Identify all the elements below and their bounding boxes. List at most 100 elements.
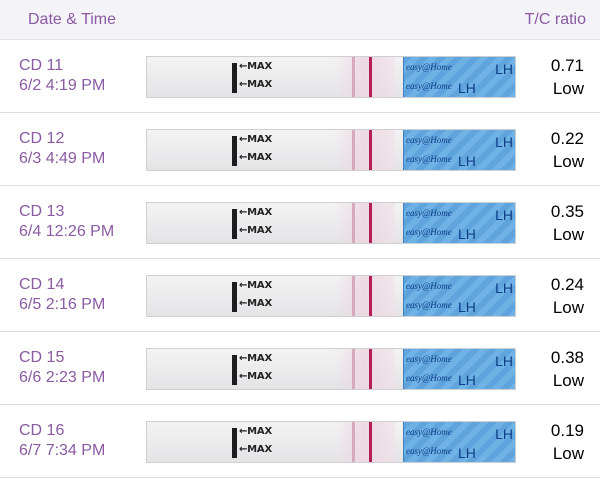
- max-marker-label: ←MAX: [239, 225, 272, 236]
- brand-logo-text: easy@Home: [406, 446, 452, 456]
- brand-logo-text: easy@Home: [406, 300, 452, 310]
- brand-logo-text: easy@Home: [406, 281, 452, 291]
- strip-handle: easy@Home LH easy@Home LH: [403, 203, 515, 243]
- lh-label: LH: [458, 445, 476, 461]
- strip-result-zone: [335, 276, 395, 316]
- test-datetime: 6/3 4:49 PM: [19, 150, 106, 167]
- lh-label: LH: [458, 80, 476, 96]
- brand-logo-text: easy@Home: [406, 354, 452, 364]
- max-marker-label: ←MAX: [239, 152, 272, 163]
- strip-result-zone: [335, 422, 395, 462]
- cycle-day-label: CD 15: [19, 349, 65, 366]
- lh-level-status: Low: [552, 444, 584, 463]
- max-marker-label: ←MAX: [239, 61, 272, 72]
- date-time-column-header: Date & Time: [28, 11, 117, 28]
- strip-result-zone: [335, 349, 395, 389]
- max-marker-label: ←MAX: [239, 79, 272, 90]
- tc-ratio-value: 0.22: [550, 129, 584, 148]
- cycle-day-label: CD 16: [19, 422, 65, 439]
- max-marker-label: ←MAX: [239, 298, 272, 309]
- brand-logo-text: easy@Home: [406, 81, 452, 91]
- test-row[interactable]: CD 14 6/5 2:16 PM ←MAX ←MAX easy@Home LH…: [0, 259, 600, 332]
- lh-level-status: Low: [552, 225, 584, 244]
- max-marker-label: ←MAX: [239, 134, 272, 145]
- tc-ratio-value: 0.38: [550, 348, 584, 367]
- test-line: [352, 349, 355, 389]
- tc-ratio-value: 0.19: [550, 421, 584, 440]
- test-row[interactable]: CD 16 6/7 7:34 PM ←MAX ←MAX easy@Home LH…: [0, 405, 600, 478]
- strip-handle: easy@Home LH easy@Home LH: [403, 130, 515, 170]
- strip-max-band: [232, 136, 237, 166]
- strip-result-zone: [335, 130, 395, 170]
- lh-label: LH: [495, 134, 513, 150]
- cycle-day-label: CD 14: [19, 276, 65, 293]
- cycle-day-label: CD 11: [19, 57, 64, 74]
- lh-level-status: Low: [552, 371, 584, 390]
- brand-logo-text: easy@Home: [406, 135, 452, 145]
- test-row[interactable]: CD 15 6/6 2:23 PM ←MAX ←MAX easy@Home LH…: [0, 332, 600, 405]
- strip-result-zone: [335, 57, 395, 97]
- strip-handle: easy@Home LH easy@Home LH: [403, 349, 515, 389]
- strip-handle: easy@Home LH easy@Home LH: [403, 57, 515, 97]
- max-marker-label: ←MAX: [239, 353, 272, 364]
- strip-result-zone: [335, 203, 395, 243]
- cycle-day-label: CD 13: [19, 203, 65, 220]
- lh-label: LH: [458, 299, 476, 315]
- control-line: [369, 130, 372, 170]
- strip-handle: easy@Home LH easy@Home LH: [403, 422, 515, 462]
- cycle-day-label: CD 12: [19, 130, 65, 147]
- lh-label: LH: [495, 353, 513, 369]
- test-strip-image: ←MAX ←MAX easy@Home LH easy@Home LH: [146, 421, 516, 463]
- max-marker-label: ←MAX: [239, 444, 272, 455]
- test-strip-image: ←MAX ←MAX easy@Home LH easy@Home LH: [146, 202, 516, 244]
- brand-logo-text: easy@Home: [406, 373, 452, 383]
- brand-logo-text: easy@Home: [406, 154, 452, 164]
- max-marker-label: ←MAX: [239, 426, 272, 437]
- brand-logo-text: easy@Home: [406, 427, 452, 437]
- test-datetime: 6/5 2:16 PM: [19, 296, 106, 313]
- strip-max-band: [232, 282, 237, 312]
- lh-label: LH: [495, 280, 513, 296]
- test-strip-image: ←MAX ←MAX easy@Home LH easy@Home LH: [146, 275, 516, 317]
- strip-max-band: [232, 63, 237, 93]
- test-line: [352, 276, 355, 316]
- brand-logo-text: easy@Home: [406, 208, 452, 218]
- lh-label: LH: [495, 426, 513, 442]
- lh-label: LH: [458, 372, 476, 388]
- strip-handle: easy@Home LH easy@Home LH: [403, 276, 515, 316]
- test-datetime: 6/7 7:34 PM: [19, 442, 106, 459]
- control-line: [369, 57, 372, 97]
- lh-level-status: Low: [552, 152, 584, 171]
- test-line: [352, 130, 355, 170]
- test-row[interactable]: CD 13 6/4 12:26 PM ←MAX ←MAX easy@Home L…: [0, 186, 600, 259]
- test-strip-image: ←MAX ←MAX easy@Home LH easy@Home LH: [146, 56, 516, 98]
- lh-level-status: Low: [552, 79, 584, 98]
- strip-max-band: [232, 209, 237, 239]
- control-line: [369, 422, 372, 462]
- test-datetime: 6/4 12:26 PM: [19, 223, 115, 240]
- lh-label: LH: [495, 207, 513, 223]
- strip-max-band: [232, 428, 237, 458]
- control-line: [369, 203, 372, 243]
- test-row[interactable]: CD 12 6/3 4:49 PM ←MAX ←MAX easy@Home LH…: [0, 113, 600, 186]
- test-strip-image: ←MAX ←MAX easy@Home LH easy@Home LH: [146, 348, 516, 390]
- tc-ratio-value: 0.35: [550, 202, 584, 221]
- lh-label: LH: [458, 153, 476, 169]
- tc-ratio-value: 0.24: [550, 275, 584, 294]
- tc-ratio-column-header: T/C ratio: [524, 11, 586, 28]
- max-marker-label: ←MAX: [239, 280, 272, 291]
- test-datetime: 6/6 2:23 PM: [19, 369, 106, 386]
- strip-max-band: [232, 355, 237, 385]
- brand-logo-text: easy@Home: [406, 62, 452, 72]
- list-header: Date & Time T/C ratio: [0, 0, 600, 40]
- test-line: [352, 203, 355, 243]
- max-marker-label: ←MAX: [239, 207, 272, 218]
- test-row[interactable]: CD 11 6/2 4:19 PM ←MAX ←MAX easy@Home LH…: [0, 40, 600, 113]
- lh-level-status: Low: [552, 298, 584, 317]
- control-line: [369, 276, 372, 316]
- test-strip-image: ←MAX ←MAX easy@Home LH easy@Home LH: [146, 129, 516, 171]
- lh-label: LH: [458, 226, 476, 242]
- lh-label: LH: [495, 61, 513, 77]
- max-marker-label: ←MAX: [239, 371, 272, 382]
- control-line: [369, 349, 372, 389]
